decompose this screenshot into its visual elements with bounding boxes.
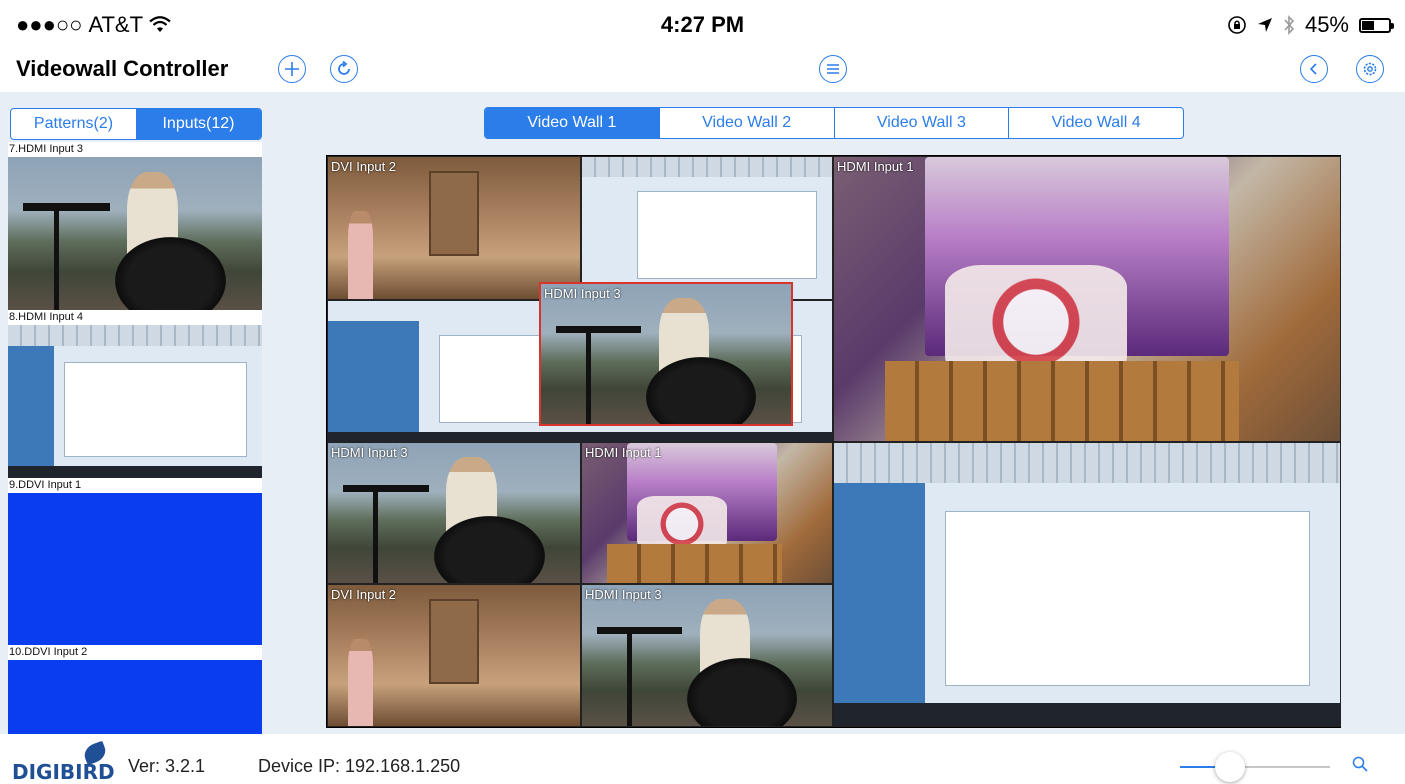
video-wall-canvas[interactable]: DVI Input 2 HDMI Input 3 HDMI Input 1 HD…	[326, 155, 1341, 728]
refresh-icon	[338, 60, 350, 75]
chevron-left-icon	[1309, 63, 1317, 75]
menu-button[interactable]	[819, 55, 847, 83]
window-label: HDMI Input 1	[585, 445, 662, 460]
wall-window[interactable]: HDMI Input 3	[327, 442, 581, 584]
wall-window[interactable]: DVI Input 2	[327, 156, 581, 300]
input-label: 10.DDVI Input 2	[8, 645, 262, 660]
wall-window[interactable]: HDMI Input 1	[581, 442, 833, 584]
zoom-slider[interactable]	[1180, 752, 1330, 782]
window-label: DVI Input 2	[331, 587, 397, 602]
input-list[interactable]: 7.HDMI Input 3 8.HDMI Input 4 9.DDVI Inp…	[8, 142, 262, 734]
input-label: 8.HDMI Input 4	[8, 310, 262, 325]
input-thumbnail[interactable]	[8, 325, 262, 478]
wall-window[interactable]: HDMI Input 1	[833, 156, 1341, 442]
settings-button[interactable]	[1356, 55, 1384, 83]
input-item[interactable]: 10.DDVI Input 2	[8, 645, 262, 734]
window-label: HDMI Input 3	[331, 445, 408, 460]
input-item[interactable]: 9.DDVI Input 1	[8, 478, 262, 645]
video-wall-tabs: Video Wall 1 Video Wall 2 Video Wall 3 V…	[484, 107, 1184, 139]
wall-window[interactable]: DVI Input 2	[327, 584, 581, 727]
orientation-lock-icon	[1228, 16, 1246, 34]
status-bar: ●●●○○ AT&T 4:27 PM 45%	[0, 0, 1405, 50]
battery-icon	[1359, 17, 1394, 33]
input-item[interactable]: 7.HDMI Input 3	[8, 142, 262, 310]
tab-video-wall-2[interactable]: Video Wall 2	[658, 108, 834, 138]
version-text: Ver: 3.2.1	[128, 756, 206, 776]
bluetooth-icon	[1284, 15, 1295, 35]
tab-inputs[interactable]: Inputs(12)	[136, 109, 261, 139]
tab-video-wall-4[interactable]: Video Wall 4	[1008, 108, 1183, 138]
tab-video-wall-3[interactable]: Video Wall 3	[833, 108, 1009, 138]
input-thumbnail[interactable]	[8, 157, 262, 310]
input-label: 7.HDMI Input 3	[8, 142, 262, 157]
source-tabs: Patterns(2) Inputs(12)	[10, 108, 262, 140]
tab-patterns[interactable]: Patterns(2)	[11, 109, 136, 139]
back-button[interactable]	[1300, 55, 1328, 83]
input-label: 9.DDVI Input 1	[8, 478, 262, 493]
add-button[interactable]	[278, 55, 306, 83]
device-ip-text: Device IP: 192.168.1.250	[258, 756, 461, 776]
list-icon	[827, 64, 839, 74]
window-label: HDMI Input 3	[585, 587, 662, 602]
input-thumbnail[interactable]	[8, 493, 262, 645]
plus-icon	[285, 62, 299, 76]
battery-fill	[1362, 20, 1374, 30]
wall-window[interactable]: HDMI Input 3	[581, 584, 833, 727]
footer-bar: DIGIBIRD Ver: 3.2.1 Device IP: 192.168.1…	[0, 734, 1405, 784]
gear-icon	[1363, 62, 1377, 76]
digibird-logo: DIGIBIRD	[12, 740, 120, 784]
status-right: 45%	[1227, 12, 1394, 38]
wall-window-selected[interactable]: HDMI Input 3	[539, 282, 793, 426]
search-icon[interactable]	[1352, 756, 1368, 772]
location-arrow-icon	[1257, 18, 1272, 32]
main-area: Patterns(2) Inputs(12) 7.HDMI Input 3 8.…	[0, 92, 1405, 734]
input-item[interactable]: 8.HDMI Input 4	[8, 310, 262, 478]
wall-window[interactable]	[833, 442, 1341, 727]
status-time: 4:27 PM	[660, 12, 745, 37]
logo-text: DIGIBIRD	[12, 760, 115, 784]
window-label: HDMI Input 3	[544, 286, 621, 301]
tab-video-wall-1[interactable]: Video Wall 1	[485, 108, 659, 138]
app-title: Videowall Controller	[16, 56, 229, 81]
window-label: DVI Input 2	[331, 159, 397, 174]
nav-bar: Videowall Controller	[0, 50, 1405, 92]
battery-percent: 45%	[1304, 12, 1349, 37]
slider-knob[interactable]	[1214, 752, 1245, 782]
window-label: HDMI Input 1	[837, 159, 914, 174]
input-thumbnail[interactable]	[8, 660, 262, 734]
refresh-button[interactable]	[330, 55, 358, 83]
wall-window[interactable]	[581, 156, 833, 300]
